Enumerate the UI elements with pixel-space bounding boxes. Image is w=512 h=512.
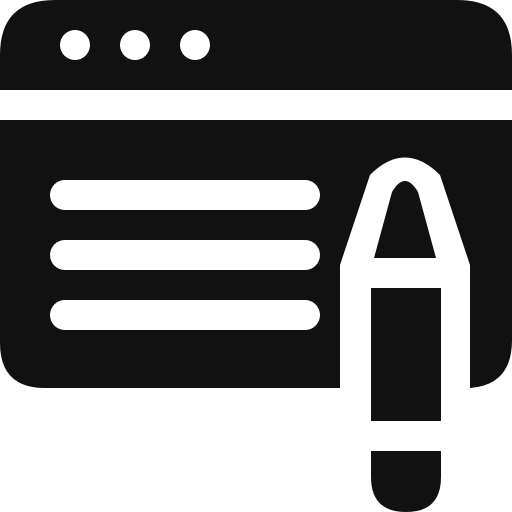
icon-canvas [0, 0, 512, 512]
window-dot-1 [60, 30, 90, 60]
pen-tip [374, 181, 436, 258]
text-line-2 [50, 240, 320, 270]
pen-icon [371, 181, 441, 512]
browser-window-with-pen-icon [0, 0, 512, 512]
pen-cap [371, 451, 441, 512]
window-dot-2 [120, 30, 150, 60]
text-line-1 [50, 180, 320, 210]
window-dot-3 [180, 30, 210, 60]
text-line-3 [50, 300, 320, 330]
pen-body [371, 288, 441, 421]
